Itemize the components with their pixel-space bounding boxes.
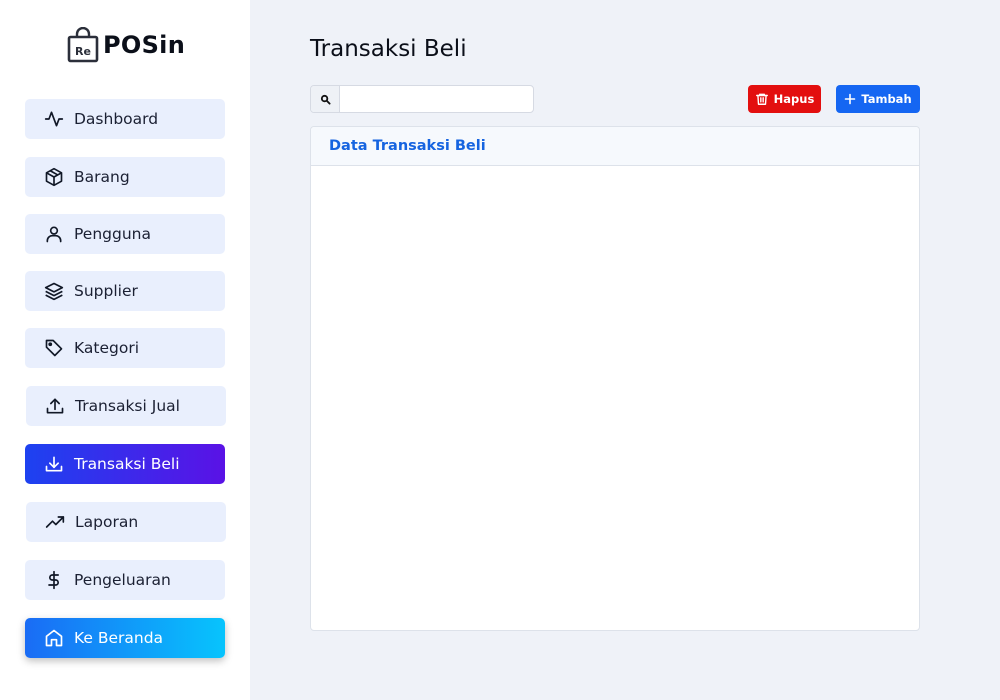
sidebar-item-kategori[interactable]: Kategori [25, 328, 225, 368]
delete-button-label: Hapus [773, 92, 815, 106]
sidebar-item-label: Supplier [74, 282, 138, 300]
sidebar-item-label: Pengeluaran [74, 571, 171, 589]
home-button[interactable]: Ke Beranda [25, 618, 225, 658]
sidebar-item-barang[interactable]: Barang [25, 157, 225, 197]
sidebar-item-label: Pengguna [74, 225, 151, 243]
trash-icon [755, 93, 768, 105]
sidebar-item-pengeluaran[interactable]: Pengeluaran [25, 560, 225, 600]
sidebar-item-label: Dashboard [74, 110, 159, 128]
home-button-label: Ke Beranda [74, 629, 164, 647]
search-input[interactable] [340, 86, 533, 112]
sidebar-item-pengguna[interactable]: Pengguna [25, 214, 225, 254]
sidebar-item-label: Laporan [75, 513, 139, 531]
activity-icon [43, 108, 65, 130]
sidebar-item-dashboard[interactable]: Dashboard [25, 99, 225, 139]
app-name: POSin [103, 31, 186, 59]
sidebar-item-transaksi-beli[interactable]: Transaksi Beli [25, 444, 225, 484]
box-icon [43, 166, 65, 188]
delete-button[interactable]: Hapus [748, 85, 821, 113]
trending-up-icon [44, 511, 66, 533]
sidebar-item-transaksi-jual[interactable]: Transaksi Jual [26, 386, 226, 426]
page-title: Transaksi Beli [310, 36, 467, 62]
logo-badge: Re [75, 45, 91, 58]
user-icon [43, 223, 65, 245]
card-header: Data Transaksi Beli [311, 127, 919, 166]
sidebar: Re POSin Dashboard Barang Pengguna Suppl… [0, 0, 250, 700]
app-logo[interactable]: Re POSin [67, 27, 185, 63]
sidebar-item-label: Transaksi Beli [74, 455, 180, 473]
sidebar-item-supplier[interactable]: Supplier [25, 271, 225, 311]
dollar-icon [43, 569, 65, 591]
sidebar-item-laporan[interactable]: Laporan [26, 502, 226, 542]
download-icon [43, 453, 65, 475]
sidebar-item-label: Kategori [74, 339, 140, 357]
search-icon [320, 94, 331, 105]
sidebar-item-label: Transaksi Jual [75, 397, 180, 415]
search-button[interactable] [311, 86, 340, 112]
card-title: Data Transaksi Beli [329, 138, 486, 154]
upload-icon [44, 395, 66, 417]
sidebar-item-label: Barang [74, 168, 130, 186]
shopping-bag-logo-icon: Re [67, 27, 99, 63]
add-button[interactable]: Tambah [836, 85, 920, 113]
search-box [310, 85, 534, 113]
tag-icon [43, 337, 65, 359]
plus-icon [845, 93, 856, 105]
home-icon [43, 627, 65, 649]
add-button-label: Tambah [861, 92, 912, 106]
layers-icon [43, 280, 65, 302]
data-card: Data Transaksi Beli [310, 126, 920, 631]
